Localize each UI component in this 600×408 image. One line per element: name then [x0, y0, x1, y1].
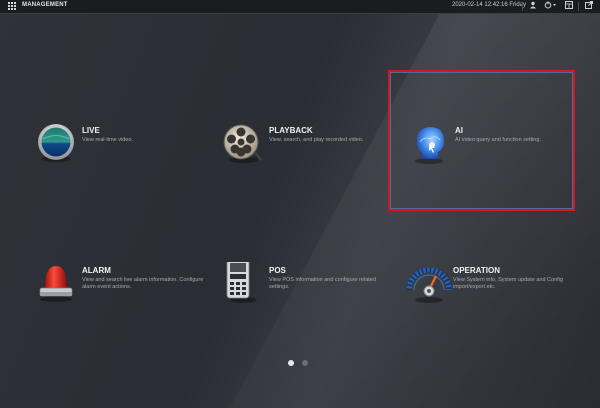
- system-datetime: 2020-02-14 12:42:16 Friday: [452, 2, 527, 8]
- toolbar-divider: [578, 2, 579, 11]
- alarm-siren-icon: [34, 262, 78, 306]
- monitor-icon[interactable]: [564, 1, 573, 11]
- apps-grid-icon[interactable]: [8, 2, 17, 11]
- tile-live[interactable]: LIVE View real-time video.: [34, 122, 224, 192]
- external-link-icon[interactable]: [584, 1, 593, 11]
- tile-operation[interactable]: OPERATION View System info, System updat…: [405, 262, 595, 332]
- tile-pos[interactable]: POS View POS information and configure r…: [221, 259, 411, 332]
- toolbar-divider: [522, 2, 523, 11]
- power-icon[interactable]: [543, 1, 557, 11]
- page-dot-1[interactable]: [288, 360, 294, 366]
- tile-description: View System info, System update and Conf…: [453, 277, 563, 290]
- tile-alarm[interactable]: ALARM View and search live alarm informa…: [34, 262, 224, 332]
- tile-title: POS: [269, 266, 286, 275]
- tile-title: LIVE: [82, 126, 100, 135]
- page-title: MANAGEMENT: [22, 2, 68, 8]
- tile-description: View real-time video.: [82, 137, 133, 143]
- film-reel-icon: [221, 122, 265, 166]
- tile-description: View, search, and play recorded video.: [269, 137, 364, 143]
- tile-title: OPERATION: [453, 266, 500, 275]
- management-screen: MANAGEMENT 2020-02-14 12:42:16 Friday LI…: [0, 0, 600, 408]
- pos-terminal-icon: [221, 259, 265, 306]
- live-icon: [34, 122, 78, 166]
- top-bar: MANAGEMENT 2020-02-14 12:42:16 Friday: [0, 0, 600, 14]
- tile-title: ALARM: [82, 266, 111, 275]
- page-dot-2[interactable]: [302, 360, 308, 366]
- user-icon[interactable]: [528, 1, 538, 11]
- tile-description: View and search live alarm information. …: [82, 277, 204, 290]
- gauge-icon: [405, 262, 452, 306]
- tile-playback[interactable]: PLAYBACK View, search, and play recorded…: [221, 122, 411, 192]
- ai-tile-focus-border: [390, 72, 573, 209]
- tile-title: PLAYBACK: [269, 126, 313, 135]
- tile-description: View POS information and configure relat…: [269, 277, 376, 290]
